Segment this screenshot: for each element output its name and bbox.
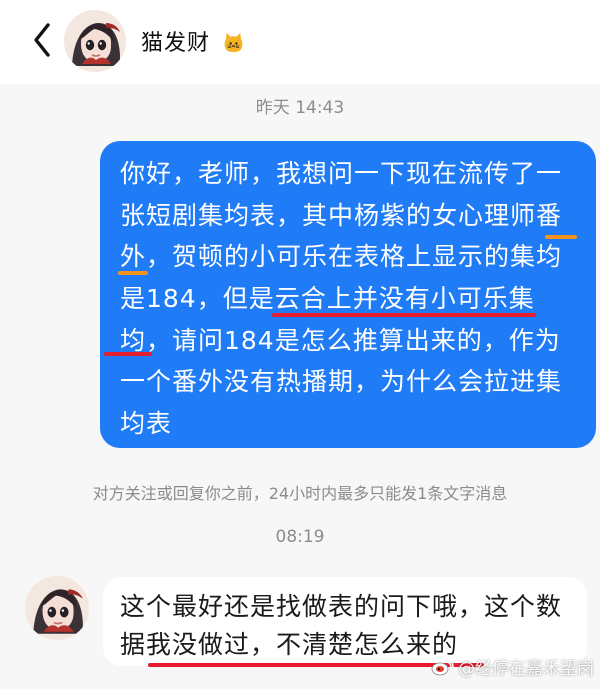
message-line: 你好，老师，我想问一下现在流传了一: [120, 159, 563, 188]
messaging-limit-note: 对方关注或回复你之前，24小时内最多只能发1条文字消息: [92, 484, 508, 503]
incoming-message-bubble[interactable]: 这个最好还是找做表的问下哦，这个数 据我没做过，不清楚怎么来的: [103, 577, 587, 667]
watermark-text: @经停在嘉禾望岗: [458, 659, 594, 679]
watermark: @经停在嘉禾望岗: [430, 654, 594, 679]
timestamp-today: 08:19: [275, 527, 325, 547]
message-line: 一个番外没有热播期，为什么会拉进集: [120, 367, 563, 397]
outgoing-message-bubble[interactable]: 你好，老师，我想问一下现在流传了一 张短剧集均表，其中杨紫的女心理师番 外，贺顿…: [100, 141, 596, 448]
incoming-avatar[interactable]: [25, 576, 89, 640]
back-button[interactable]: [22, 22, 62, 62]
chevron-left-icon: [31, 21, 53, 63]
contact-name-row: 猫发财: [141, 25, 245, 60]
message-line: 张短剧集均表，其中杨紫的女心理师番: [120, 200, 563, 230]
weibo-icon: [430, 657, 454, 677]
cat-face-icon: [222, 31, 245, 60]
contact-avatar[interactable]: [64, 10, 126, 72]
message-line: 均表: [120, 409, 173, 439]
message-line: 均，请问184是怎么推算出来的，作为: [120, 325, 561, 355]
chat-screen: 猫发财 昨天 14:43 你好，老师，我想问一下现在流传了一 张短剧集均表，其中…: [0, 0, 600, 689]
chat-header: 猫发财: [0, 0, 600, 84]
highlight-underline: [118, 271, 148, 275]
contact-name: 猫发财: [141, 31, 211, 56]
highlight-underline: [272, 313, 536, 317]
timestamp-yesterday: 昨天 14:43: [255, 98, 345, 118]
highlight-underline: [104, 352, 152, 356]
message-line: 这个最好还是找做表的问下哦，这个数: [120, 592, 563, 621]
message-line: 外，贺顿的小可乐在表格上显示的集均: [120, 242, 563, 272]
highlight-underline: [545, 235, 577, 239]
